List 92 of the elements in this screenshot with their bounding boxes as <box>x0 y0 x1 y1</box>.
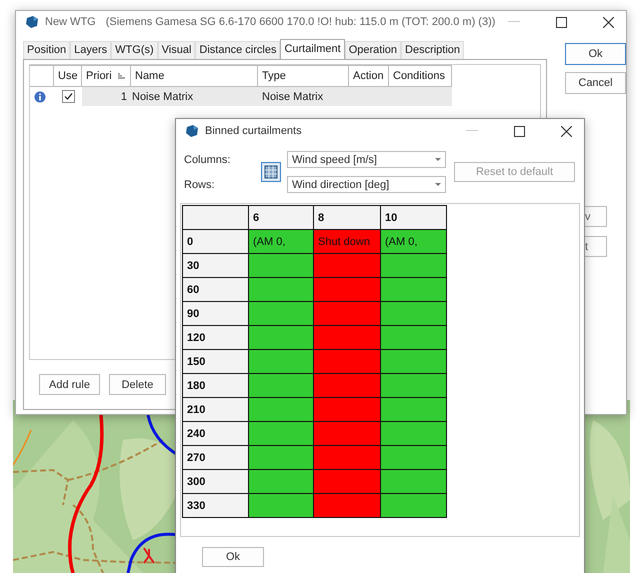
row-header: 300 <box>183 470 249 494</box>
column-header: 10 <box>381 206 447 230</box>
columns-label: Columns: <box>184 154 232 166</box>
grid-cell[interactable] <box>249 254 314 278</box>
column-header[interactable]: Priori <box>82 65 131 87</box>
grid-cell[interactable] <box>314 278 381 302</box>
grid-cell[interactable] <box>381 446 447 470</box>
column-header[interactable]: Conditions <box>389 65 452 87</box>
sort-icon <box>118 73 126 79</box>
ok-button[interactable]: Ok <box>565 43 626 65</box>
grid-cell[interactable]: Shut down <box>314 230 381 254</box>
maximize-icon[interactable] <box>514 126 525 136</box>
grid-cell[interactable] <box>381 278 447 302</box>
column-header[interactable]: Name <box>131 65 258 87</box>
checkbox[interactable] <box>62 90 74 103</box>
tab[interactable]: Description <box>401 41 464 59</box>
grid-cell[interactable] <box>314 254 381 278</box>
maximize-icon[interactable] <box>556 16 567 28</box>
grid-cell[interactable] <box>381 326 447 350</box>
grid-cell[interactable] <box>314 350 381 374</box>
grid-cell[interactable] <box>249 398 314 422</box>
grid-cell[interactable] <box>381 350 447 374</box>
dropdown-arrow-icon <box>435 183 441 186</box>
row-header: 90 <box>183 302 249 326</box>
grid-cell[interactable] <box>381 254 447 278</box>
table-cell: Noise Matrix <box>131 87 258 106</box>
grid-cell[interactable] <box>314 422 381 446</box>
grid-cell[interactable] <box>381 398 447 422</box>
column-header: 6 <box>249 206 314 230</box>
tab[interactable]: Layers <box>70 41 112 59</box>
rows-label: Rows: <box>184 178 216 190</box>
close-icon[interactable] <box>561 126 572 136</box>
grid-cell[interactable] <box>314 302 381 326</box>
action-button[interactable]: Add rule <box>39 374 100 395</box>
grid-cell[interactable] <box>381 494 447 518</box>
tab[interactable]: Distance circles <box>195 41 280 59</box>
grid-cell[interactable] <box>314 494 381 518</box>
tab[interactable]: Position <box>23 41 70 59</box>
grid-icon[interactable] <box>261 162 281 182</box>
dropdown-arrow-icon <box>435 158 441 161</box>
row-header: 270 <box>183 446 249 470</box>
grid-cell[interactable] <box>381 302 447 326</box>
app-icon <box>185 124 199 138</box>
column-header[interactable]: Action <box>349 65 389 87</box>
columns-dropdown[interactable]: Wind speed [m/s] <box>287 151 446 168</box>
tab[interactable]: Operation <box>344 41 402 59</box>
column-header: 8 <box>314 206 381 230</box>
tab[interactable]: Curtailment <box>280 39 345 59</box>
row-header: 240 <box>183 422 249 446</box>
column-header[interactable]: Type <box>258 65 349 87</box>
grid-cell[interactable] <box>249 470 314 494</box>
row-header: 120 <box>183 326 249 350</box>
row-header: 330 <box>183 494 249 518</box>
row-header: 30 <box>183 254 249 278</box>
info-icon[interactable] <box>34 90 46 102</box>
grid-cell[interactable] <box>249 302 314 326</box>
grid-cell[interactable] <box>314 398 381 422</box>
grid-cell[interactable] <box>249 446 314 470</box>
grid-cell[interactable] <box>314 374 381 398</box>
grid-cell[interactable]: (AM 0, <box>249 230 314 254</box>
grid-cell[interactable] <box>249 350 314 374</box>
grid-cell[interactable] <box>249 278 314 302</box>
grid-cell[interactable] <box>381 470 447 494</box>
tab[interactable]: WTG(s) <box>111 41 158 59</box>
grid-cell[interactable] <box>381 422 447 446</box>
app-icon <box>25 15 39 29</box>
cancel-button[interactable]: Cancel <box>565 72 626 94</box>
row-header: 210 <box>183 398 249 422</box>
grid-cell[interactable]: (AM 0, <box>381 230 447 254</box>
row-header: 60 <box>183 278 249 302</box>
window-title: New WTG <box>45 16 96 28</box>
ok-button[interactable]: Ok <box>202 547 264 567</box>
grid-cell[interactable] <box>249 494 314 518</box>
grid-cell[interactable] <box>314 326 381 350</box>
grid-cell[interactable] <box>314 446 381 470</box>
tab[interactable]: Visual <box>158 41 196 59</box>
action-button[interactable]: Delete <box>109 374 166 395</box>
close-icon[interactable] <box>603 16 614 28</box>
column-header[interactable]: Use <box>54 65 82 87</box>
grid-cell[interactable] <box>314 470 381 494</box>
window-subtitle: (Siemens Gamesa SG 6.6-170 6600 170.0 !O! hub: 115.0 m (TOT: 200.0 m) (3)) <box>106 16 496 28</box>
dialog-title: Binned curtailments <box>205 125 302 137</box>
grid-cell[interactable] <box>249 422 314 446</box>
row-header: 0 <box>183 230 249 254</box>
grid-cell[interactable] <box>249 374 314 398</box>
table-cell: 1 <box>82 87 131 106</box>
grid-cell[interactable] <box>381 374 447 398</box>
grid-cell[interactable] <box>249 326 314 350</box>
row-header: 150 <box>183 350 249 374</box>
rows-dropdown[interactable]: Wind direction [deg] <box>287 176 446 193</box>
table-cell: Noise Matrix <box>258 87 349 106</box>
row-header: 180 <box>183 374 249 398</box>
